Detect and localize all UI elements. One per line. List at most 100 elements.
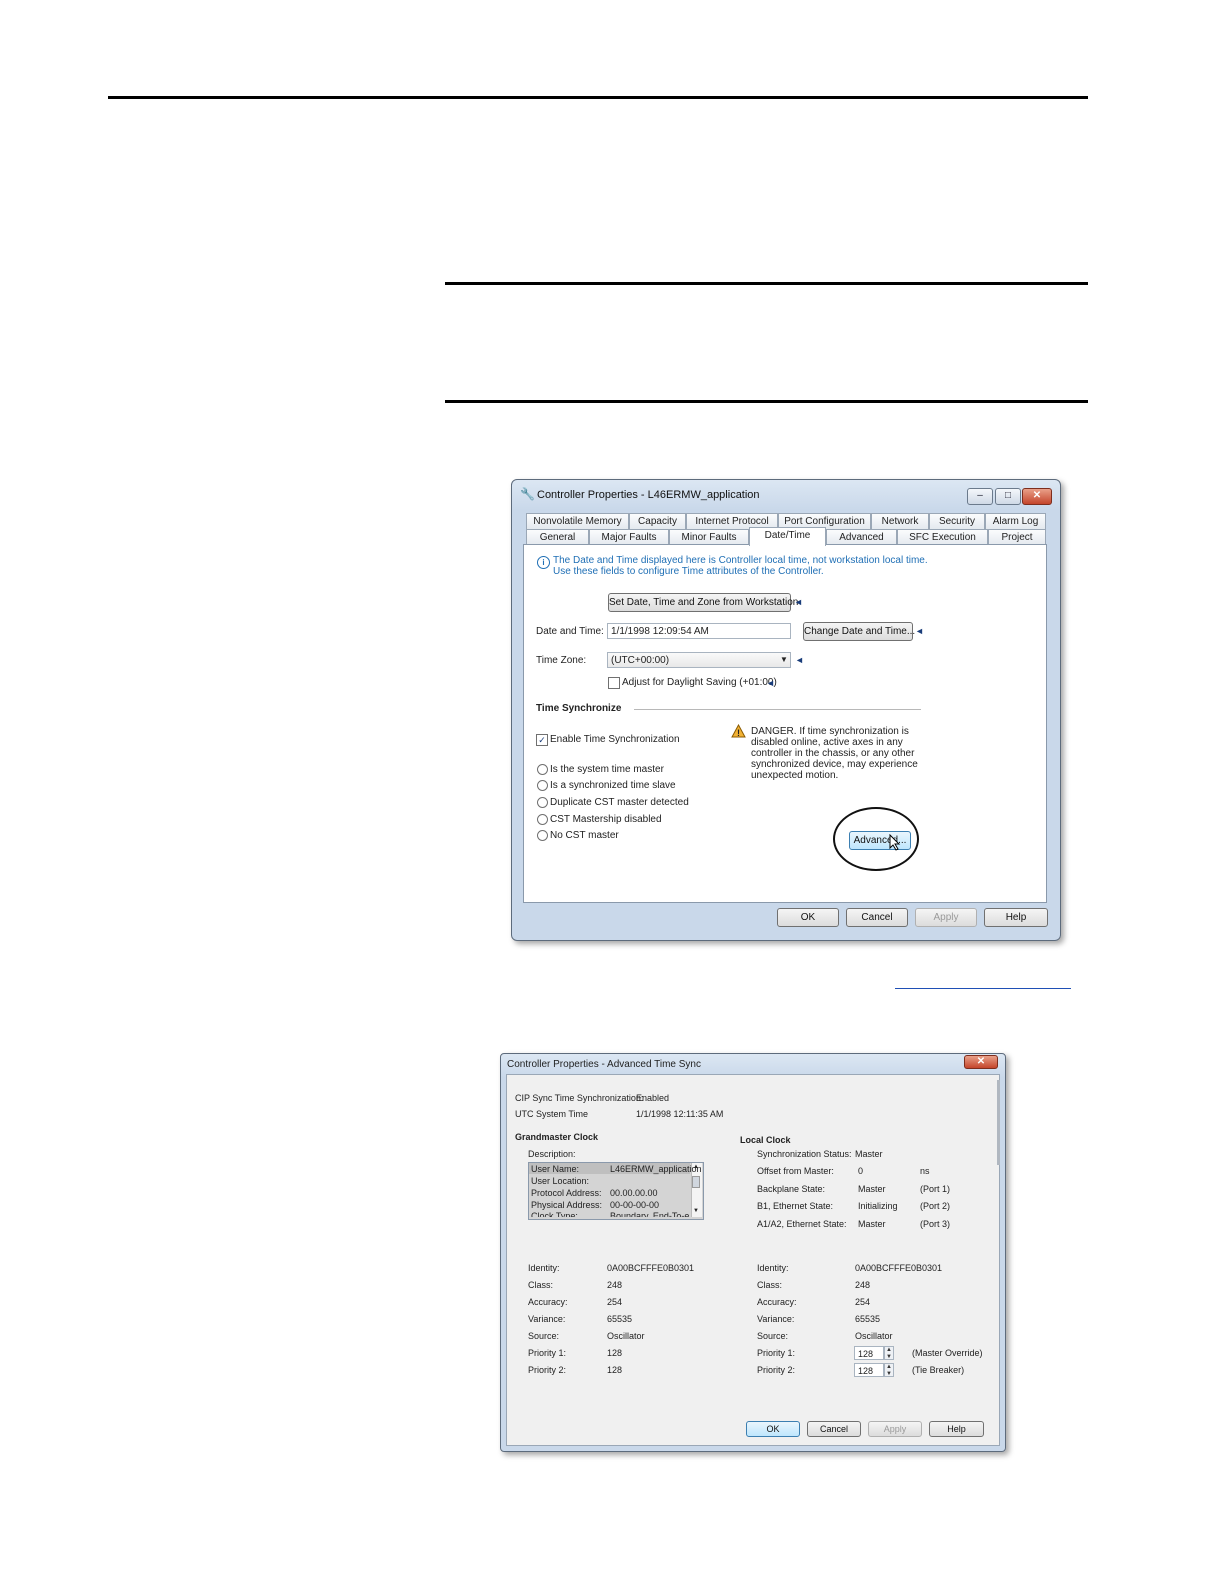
description-label: Description:: [528, 1149, 576, 1159]
danger-line: synchronized device, may experience: [751, 759, 918, 770]
local-attr-key: Variance:: [757, 1314, 795, 1324]
local-key: A1/A2, Ethernet State:: [757, 1219, 847, 1229]
danger-line: unexpected motion.: [751, 770, 839, 781]
local-key: Synchronization Status:: [757, 1149, 852, 1159]
gm-value: 254: [607, 1297, 623, 1307]
window-title: Controller Properties - L46ERMW_applicat…: [537, 489, 760, 501]
change-date-time-button[interactable]: Change Date and Time...: [803, 622, 915, 641]
priority2-input[interactable]: 128: [854, 1363, 884, 1377]
time-zone-select[interactable]: (UTC+00:00): [607, 652, 791, 668]
apply-button[interactable]: Apply: [915, 908, 977, 927]
desc-key: User Name:: [531, 1164, 580, 1174]
info-icon: i: [537, 556, 550, 569]
tab-alarm-log[interactable]: Alarm Log: [985, 513, 1046, 529]
gm-key: Source:: [528, 1331, 560, 1341]
chevron-down-icon: ▼: [693, 1208, 699, 1214]
local-unit: (Port 3): [920, 1219, 951, 1229]
radio-cst-disabled[interactable]: [537, 814, 548, 825]
local-unit: (Port 2): [920, 1201, 951, 1211]
tab-project[interactable]: Project: [988, 529, 1046, 545]
set-from-workstation-button[interactable]: Set Date, Time and Zone from Workstation: [608, 593, 798, 612]
gm-value: Oscillator: [607, 1331, 645, 1341]
radio-label: No CST master: [550, 830, 619, 841]
priority2-note: (Tie Breaker): [912, 1365, 965, 1375]
tab-sfc-execution[interactable]: SFC Execution: [897, 529, 988, 545]
utc-label: UTC System Time: [515, 1109, 589, 1119]
close-button[interactable]: ✕: [1022, 488, 1052, 505]
warning-icon: !: [731, 724, 746, 738]
priority2-stepper[interactable]: ▲ ▼: [884, 1363, 894, 1377]
tab-general[interactable]: General: [526, 529, 589, 545]
local-attr-key: Class:: [757, 1280, 783, 1290]
desc-key: User Location:: [531, 1176, 590, 1186]
danger-line: DANGER. If time synchronization is: [751, 726, 909, 737]
minimize-button[interactable]: –: [967, 488, 993, 505]
gm-key: Variance:: [528, 1314, 566, 1324]
ok-button[interactable]: OK: [777, 908, 839, 927]
arrow-icon: ◄: [794, 597, 803, 607]
help-button[interactable]: Help: [984, 908, 1048, 927]
priority1-stepper[interactable]: ▲ ▼: [884, 1346, 894, 1360]
local-attr-value: 248: [855, 1280, 871, 1290]
tab-network[interactable]: Network: [871, 513, 929, 529]
cancel-button[interactable]: Cancel: [846, 908, 908, 927]
utc-value: 1/1/1998 12:11:35 AM: [636, 1109, 724, 1119]
gm-key: Class:: [528, 1280, 554, 1290]
note-top-rule: [445, 282, 1088, 285]
gm-value: 128: [607, 1348, 623, 1358]
scroll-thumb[interactable]: [692, 1176, 700, 1188]
scrollbar[interactable]: [997, 1080, 1000, 1165]
cursor-icon: [889, 834, 901, 851]
local-clock-header: Local Clock: [740, 1135, 791, 1145]
tab-major-faults[interactable]: Major Faults: [589, 529, 669, 545]
desc-value: L46ERMW_application: [610, 1164, 702, 1174]
grandmaster-header: Grandmaster Clock: [515, 1132, 599, 1142]
desc-value: 00-00-00-00: [610, 1200, 660, 1210]
hyperlink-underline[interactable]: [895, 988, 1071, 989]
tab-date-time[interactable]: Date/Time: [749, 527, 826, 546]
time-synchronize-header: Time Synchronize: [536, 703, 622, 714]
dst-checkbox[interactable]: [608, 677, 620, 689]
local-value: Master: [858, 1184, 886, 1194]
desc-value: 00.00.00.00: [610, 1188, 658, 1198]
radio-system-time-master[interactable]: [537, 764, 548, 775]
local-attr-key: Identity:: [757, 1263, 789, 1273]
gm-value: 65535: [607, 1314, 633, 1324]
chevron-down-icon: ▼: [780, 655, 788, 664]
radio-synchronized-slave[interactable]: [537, 780, 548, 791]
radio-label: Is a synchronized time slave: [550, 780, 676, 791]
local-key: B1, Ethernet State:: [757, 1201, 834, 1211]
date-time-field[interactable]: 1/1/1998 12:09:54 AM: [607, 623, 791, 639]
priority1-input[interactable]: 128: [854, 1346, 884, 1360]
gm-value: 0A00BCFFFE0B0301: [607, 1263, 695, 1273]
desc-key: Clock Type:: [531, 1211, 578, 1217]
priority1-label: Priority 1:: [757, 1348, 796, 1358]
local-attr-value: 0A00BCFFFE0B0301: [855, 1263, 943, 1273]
tab-minor-faults[interactable]: Minor Faults: [669, 529, 749, 545]
gm-key: Priority 2:: [528, 1365, 567, 1375]
apply-button[interactable]: Apply: [868, 1421, 922, 1437]
ok-button[interactable]: OK: [746, 1421, 800, 1437]
radio-duplicate-cst[interactable]: [537, 797, 548, 808]
local-attr-key: Accuracy:: [757, 1297, 797, 1307]
tab-advanced[interactable]: Advanced: [826, 529, 897, 545]
close-button[interactable]: ✕: [964, 1055, 998, 1069]
danger-line: controller in the chassis, or any other: [751, 748, 915, 759]
section-divider: [634, 709, 921, 710]
enable-sync-checkbox[interactable]: ✓: [536, 734, 548, 746]
date-time-label: Date and Time:: [536, 626, 604, 637]
enable-sync-label: Enable Time Synchronization: [550, 734, 680, 745]
tab-capacity[interactable]: Capacity: [629, 513, 686, 529]
tab-nonvolatile-memory[interactable]: Nonvolatile Memory: [526, 513, 629, 529]
tab-security[interactable]: Security: [929, 513, 985, 529]
gm-key: Identity:: [528, 1263, 560, 1273]
dialog-body: [506, 1074, 1000, 1446]
radio-label: Duplicate CST master detected: [550, 797, 689, 808]
cancel-button[interactable]: Cancel: [807, 1421, 861, 1437]
radio-no-cst-master[interactable]: [537, 830, 548, 841]
highlight-circle: [833, 807, 919, 871]
cip-sync-value: Enabled: [636, 1093, 670, 1103]
maximize-button[interactable]: □: [995, 488, 1021, 505]
help-button[interactable]: Help: [929, 1421, 984, 1437]
local-attr-key: Source:: [757, 1331, 789, 1341]
